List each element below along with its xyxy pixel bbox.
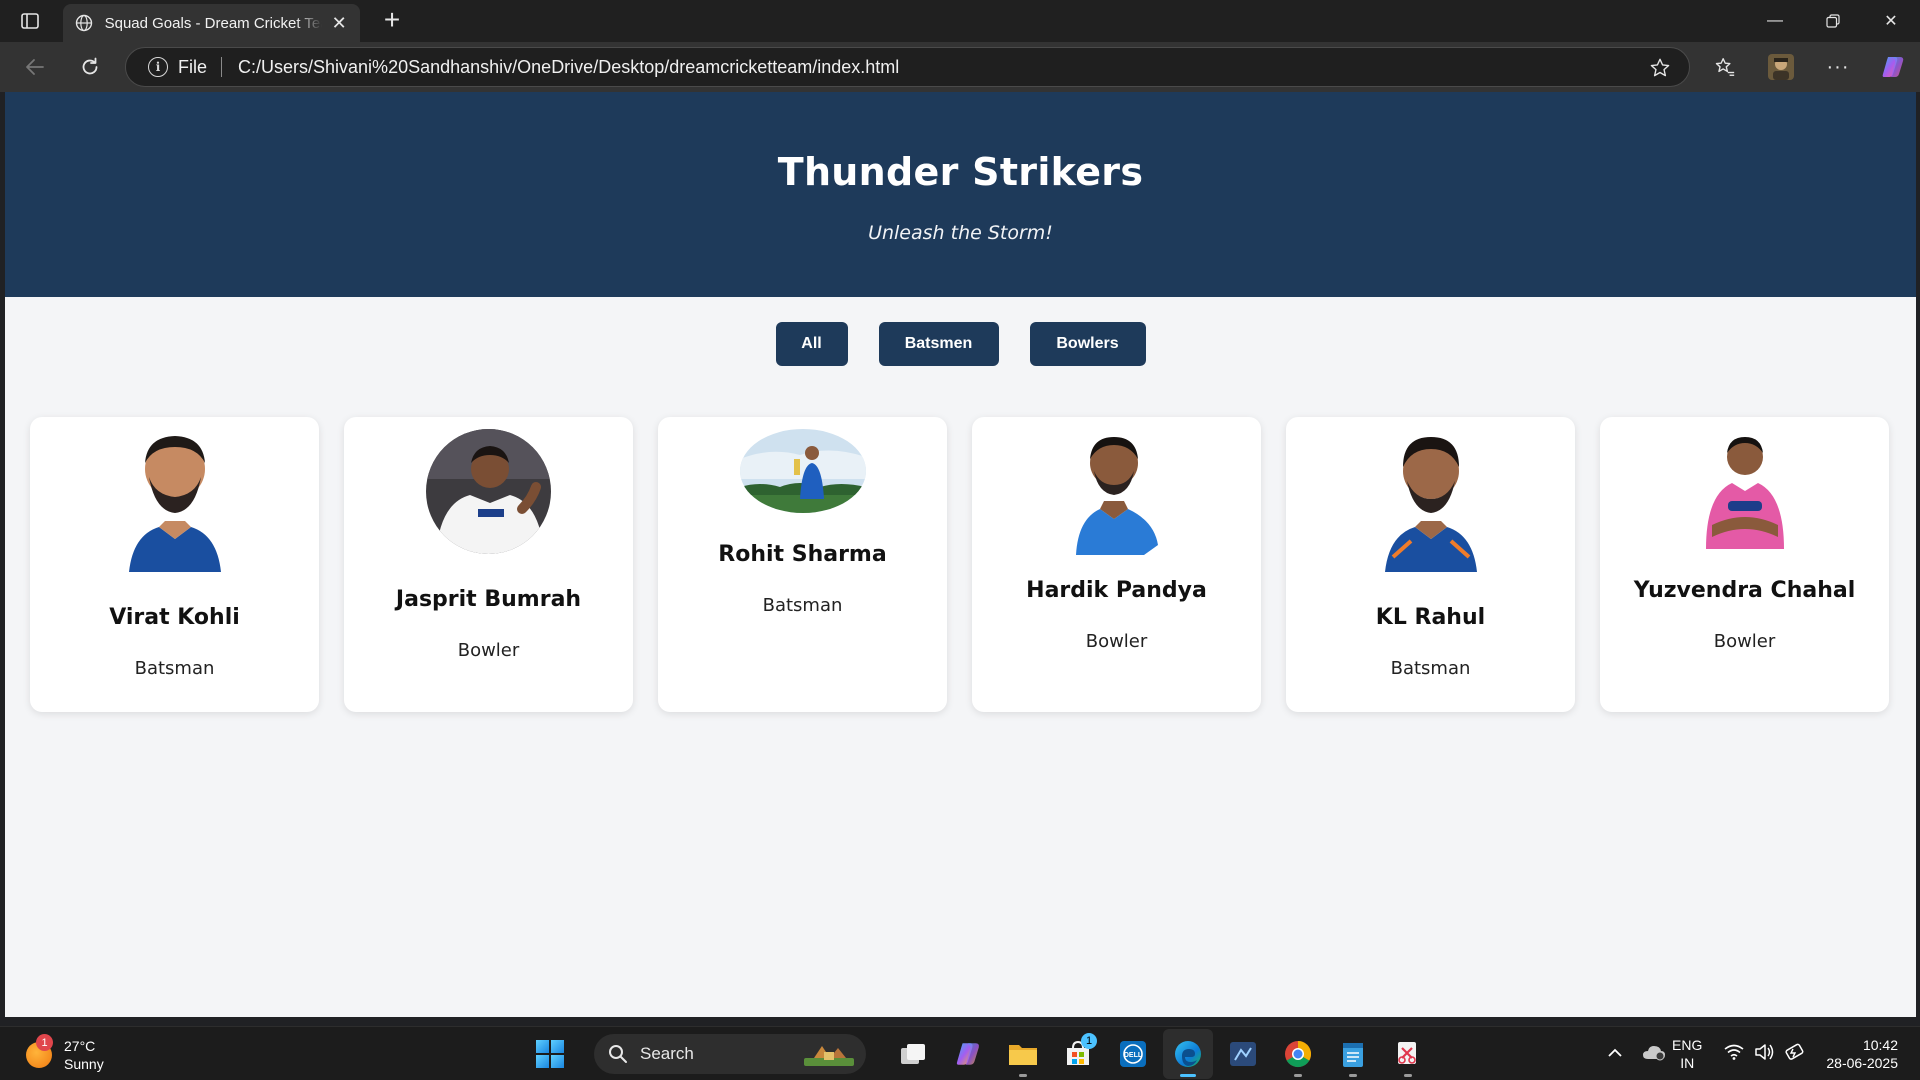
taskbar-apps: Search 1 DELL — [525, 1027, 1438, 1080]
close-tab-icon[interactable]: ✕ — [328, 13, 350, 34]
clock-time: 10:42 — [1862, 1037, 1898, 1053]
player-name: Rohit Sharma — [718, 542, 887, 567]
wifi-icon[interactable] — [1724, 1044, 1744, 1065]
system-tray: ENG IN 10:42 28-06-2025 — [1608, 1027, 1920, 1080]
restore-icon[interactable] — [1804, 0, 1862, 42]
address-bar[interactable]: i File C:/Users/Shivani%20Sandhanshiv/On… — [125, 47, 1690, 87]
edge-browser-icon[interactable] — [1163, 1029, 1213, 1079]
weather-widget[interactable]: 1 27°C Sunny — [26, 1034, 104, 1073]
globe-icon — [73, 12, 95, 34]
weather-description: Sunny — [64, 1056, 104, 1072]
tab-actions-icon[interactable] — [14, 9, 46, 33]
running-indicator — [1404, 1074, 1412, 1077]
player-role: Batsman — [134, 658, 215, 679]
info-icon[interactable]: i — [148, 57, 168, 77]
clock-date: 28-06-2025 — [1826, 1055, 1898, 1071]
page-title: Thunder Strikers — [777, 150, 1144, 194]
search-label: Search — [640, 1044, 694, 1063]
taskbar: 1 27°C Sunny Search 1 DELL ENG IN 10:42 … — [0, 1026, 1920, 1080]
running-indicator — [1349, 1074, 1357, 1077]
region-code: IN — [1680, 1055, 1695, 1071]
chrome-icon[interactable] — [1273, 1029, 1323, 1079]
dev-tool-icon[interactable] — [1218, 1029, 1268, 1079]
back-arrow-icon[interactable] — [20, 52, 50, 82]
player-name: Virat Kohli — [109, 605, 240, 630]
player-role: Bowler — [457, 640, 520, 661]
player-photo — [1705, 437, 1784, 549]
running-indicator — [1294, 1074, 1302, 1077]
player-card: Virat Kohli Batsman — [30, 417, 319, 712]
player-photo — [1384, 437, 1477, 572]
favorite-star-icon[interactable] — [1649, 57, 1671, 84]
filter-bowlers-button[interactable]: Bowlers — [1029, 322, 1146, 366]
sun-icon: 1 — [26, 1034, 53, 1068]
refresh-icon[interactable] — [75, 52, 105, 82]
microsoft-store-icon[interactable]: 1 — [1053, 1029, 1103, 1079]
player-name: Jasprit Bumrah — [395, 587, 582, 612]
weather-badge: 1 — [36, 1034, 53, 1051]
player-role: Batsman — [762, 595, 843, 616]
player-photo — [739, 429, 866, 513]
player-card: Jasprit Bumrah Bowler — [344, 417, 633, 712]
more-options-icon[interactable]: ··· — [1823, 52, 1853, 82]
player-name: Yuzvendra Chahal — [1633, 578, 1856, 603]
battery-icon[interactable] — [1784, 1043, 1806, 1066]
weather-temperature: 27°C — [64, 1038, 96, 1054]
running-indicator — [1180, 1074, 1196, 1077]
browser-tab-strip: Squad Goals - Dream Cricket Team ✕ + — ✕ — [0, 0, 1920, 42]
chevron-up-icon[interactable] — [1608, 1045, 1622, 1063]
player-card: KL Rahul Batsman — [1286, 417, 1575, 712]
filter-all-button[interactable]: All — [775, 322, 848, 366]
address-separator — [221, 57, 223, 77]
window-controls: — ✕ — [1746, 0, 1920, 42]
player-photo — [1075, 437, 1158, 555]
new-tab-icon[interactable]: + — [378, 6, 406, 34]
browser-tab-active[interactable]: Squad Goals - Dream Cricket Team ✕ — [63, 4, 360, 42]
tab-title: Squad Goals - Dream Cricket Team — [104, 14, 323, 32]
windows-start-icon[interactable] — [525, 1029, 575, 1079]
browser-toolbar: i File C:/Users/Shivani%20Sandhanshiv/On… — [0, 42, 1920, 92]
language-code: ENG — [1672, 1037, 1703, 1053]
search-icon — [609, 1045, 627, 1063]
dell-app-icon[interactable]: DELL — [1108, 1029, 1158, 1079]
notepad-icon[interactable] — [1328, 1029, 1378, 1079]
player-name: KL Rahul — [1375, 605, 1486, 630]
page-tagline: Unleash the Storm! — [868, 222, 1053, 244]
player-photo — [128, 436, 221, 572]
profile-avatar[interactable] — [1766, 52, 1796, 82]
filter-batsmen-button[interactable]: Batsmen — [878, 322, 999, 366]
snipping-tool-icon[interactable] — [1383, 1029, 1433, 1079]
copilot-app-icon[interactable] — [943, 1029, 993, 1079]
player-name: Hardik Pandya — [1026, 578, 1207, 603]
onedrive-cloud-icon[interactable] — [1642, 1043, 1666, 1066]
copilot-icon[interactable] — [1878, 52, 1908, 82]
page-header: Thunder Strikers Unleash the Storm! — [5, 92, 1916, 297]
favorites-icon[interactable] — [1710, 52, 1740, 82]
minimize-icon[interactable]: — — [1746, 0, 1804, 42]
player-card: Yuzvendra Chahal Bowler — [1600, 417, 1889, 712]
file-explorer-icon[interactable] — [998, 1029, 1048, 1079]
volume-icon[interactable] — [1754, 1043, 1774, 1066]
search-highlight-icon — [804, 1046, 854, 1066]
page-viewport: Thunder Strikers Unleash the Storm! All … — [5, 92, 1916, 1017]
player-card: Rohit Sharma Batsman — [658, 417, 947, 712]
task-view-icon[interactable] — [888, 1029, 938, 1079]
taskbar-search[interactable]: Search — [594, 1034, 866, 1074]
store-badge: 1 — [1081, 1033, 1097, 1049]
player-role: Bowler — [1713, 631, 1776, 652]
player-grid: Virat Kohli Batsman Jasprit Bumrah Bowle… — [30, 417, 1889, 712]
address-scheme: File — [178, 56, 208, 77]
language-indicator[interactable]: ENG IN — [1672, 1036, 1702, 1072]
player-photo — [426, 429, 551, 554]
close-window-icon[interactable]: ✕ — [1862, 0, 1920, 42]
player-role: Bowler — [1085, 631, 1148, 652]
clock[interactable]: 10:42 28-06-2025 — [1826, 1036, 1898, 1072]
player-card: Hardik Pandya Bowler — [972, 417, 1261, 712]
svg-text:DELL: DELL — [1124, 1052, 1143, 1059]
filter-bar: All Batsmen Bowlers — [5, 322, 1916, 366]
running-indicator — [1019, 1074, 1027, 1077]
address-url[interactable]: C:/Users/Shivani%20Sandhanshiv/OneDrive/… — [238, 57, 899, 78]
player-role: Batsman — [1390, 658, 1471, 679]
